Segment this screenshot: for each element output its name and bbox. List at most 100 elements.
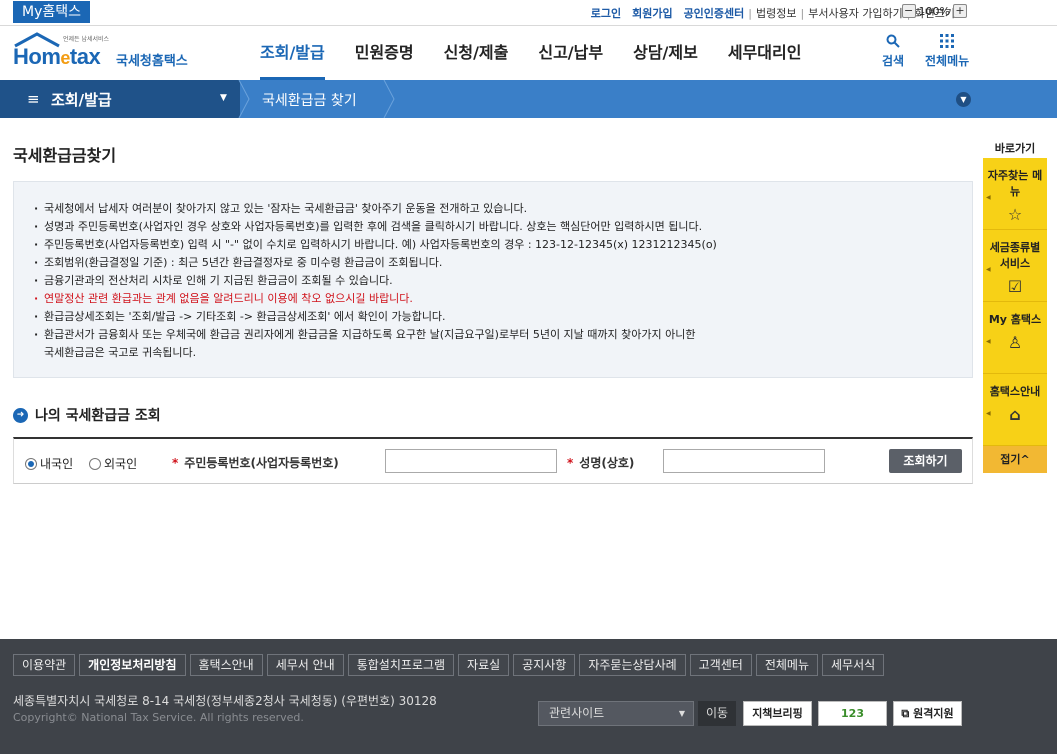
notice-text: 성명과 주민등록번호(사업자인 경우 상호와 사업자등록번호)를 입력한 후에 … — [44, 220, 703, 233]
quick-item-label: 자주찾는 메뉴 — [987, 169, 1043, 198]
section-menu-toggle[interactable]: ≡ 조회/발급 ▼ — [0, 80, 240, 118]
footer-link[interactable]: 자료실 — [458, 654, 510, 676]
notice-item: 성명과 주민등록번호(사업자인 경우 상호와 사업자등록번호)를 입력한 후에 … — [34, 218, 972, 236]
page-title: 국세환급금찾기 — [13, 146, 117, 165]
footer-link[interactable]: 개인정보처리방침 — [79, 654, 186, 676]
quick-item-label: 홈택스안내 — [989, 385, 1041, 398]
call-123-link[interactable]: 123 — [818, 701, 887, 726]
left-arrow-icon: ◀ — [986, 338, 991, 345]
notice-item: 주민등록번호(사업자등록번호) 입력 시 "-" 없이 수치로 입력하시기 바랍… — [34, 236, 972, 254]
gnb-item[interactable]: 신청/제출 — [444, 26, 509, 80]
notice-text: 환급금상세조회는 '조회/발급 -> 기타조회 -> 환급금상세조회' 에서 확… — [44, 310, 446, 323]
notice-text: 국세청에서 납세자 여러분이 찾아가지 않고 있는 '잠자는 국세환급금' 찾아… — [44, 202, 528, 215]
search-button[interactable]: 검색 — [882, 34, 904, 69]
left-arrow-icon: ◀ — [986, 410, 991, 417]
id-number-input[interactable] — [385, 449, 557, 473]
policy-briefing-link[interactable]: 지책브리핑 — [743, 701, 812, 726]
breadcrumb-current[interactable]: 국세환급금 찾기 — [262, 90, 357, 110]
top-utility-bar: My홈택스 로그인회원가입공인인증센터|법령정보|부서사용자 가입하기|화면크기… — [0, 0, 1057, 26]
radio-foreign[interactable]: 외국인 — [89, 455, 137, 472]
remote-support-label: 원격지원 — [913, 707, 954, 720]
footer-link[interactable]: 세무서 안내 — [266, 654, 344, 676]
logo-korean: 국세청홈택스 — [116, 54, 188, 69]
site-header: 언제든 납세서비스 Hometax 국세청홈택스 조회/발급 민원증명 신청/제출 신… — [0, 26, 1057, 80]
dropdown-triangle-icon: ▼ — [678, 709, 685, 718]
footer-link[interactable]: 공지사항 — [513, 654, 576, 676]
breadcrumb-end-icon — [383, 80, 395, 118]
notice-text: 연말정산 관련 환급과는 관계 없음을 알려드리니 이용에 착오 없으시길 바랍… — [44, 292, 413, 305]
required-mark: * — [172, 456, 179, 470]
search-icon — [882, 34, 904, 52]
related-sites-select[interactable]: 관련사이트 ▼ — [538, 701, 694, 726]
grid-menu-icon — [925, 34, 969, 52]
dropdown-triangle-icon: ▼ — [220, 93, 227, 103]
all-menu-label: 전체메뉴 — [925, 54, 970, 68]
quick-item[interactable]: ◀ 홈택스안내 ⌂ — [983, 374, 1047, 446]
required-mark: * — [567, 456, 574, 470]
zoom-control: − 100% + — [901, 4, 967, 18]
remote-support-icon: ⧉ — [901, 707, 910, 720]
query-button[interactable]: 조회하기 — [889, 449, 962, 473]
footer-link[interactable]: 홈택스안내 — [189, 654, 263, 676]
top-links: 로그인회원가입공인인증센터|법령정보|부서사용자 가입하기|화면크기 — [580, 0, 955, 26]
all-menu-button[interactable]: 전체메뉴 — [925, 34, 969, 69]
radio-domestic-label: 내국인 — [40, 457, 74, 471]
gnb-item[interactable]: 신고/납부 — [538, 26, 603, 80]
quick-item[interactable]: ◀ 세금종류별 서비스 ☑ — [983, 230, 1047, 302]
top-link[interactable]: 회원가입 — [632, 5, 672, 21]
footer-link[interactable]: 자주묻는상담사례 — [579, 654, 686, 676]
star-icon: ☆ — [1007, 205, 1023, 224]
section-title: 조회/발급 — [51, 91, 112, 109]
gnb-item[interactable]: 조회/발급 — [260, 26, 325, 80]
notice-item: 환급금상세조회는 '조회/발급 -> 기타조회 -> 환급금상세조회' 에서 확… — [34, 308, 972, 326]
radio-domestic[interactable]: 내국인 — [25, 455, 73, 472]
radio-domestic-circle[interactable] — [25, 457, 37, 470]
house-icon: ⌂ — [1009, 405, 1021, 424]
expand-circle-icon[interactable]: ▼ — [956, 92, 971, 107]
footer-address: 세종특별자치시 국세청로 8-14 국세청(정부세종2청사 국세청동) (우편번… — [13, 694, 437, 708]
notice-text-cont: 국세환급금은 국고로 귀속됩니다. — [44, 346, 197, 359]
top-link[interactable]: 부서사용자 가입하기 — [808, 5, 903, 21]
section-heading: ➜ 나의 국세환급금 조회 — [13, 405, 161, 425]
quick-item[interactable]: ◀ 자주찾는 메뉴 ☆ — [983, 158, 1047, 230]
link-separator: | — [748, 6, 753, 20]
breadcrumb-separator-icon — [238, 80, 250, 118]
move-button[interactable]: 이동 — [698, 701, 736, 726]
radio-foreign-circle[interactable] — [89, 457, 101, 470]
top-link[interactable]: 로그인 — [591, 5, 621, 21]
global-navigation: 조회/발급 민원증명 신청/제출 신고/납부 상담/제보 세무대리인 — [260, 26, 831, 80]
site-footer: 이용약관 개인정보처리방침 홈택스안내 세무서 안내 통합설치프로그램 자료실 공지사항 자주… — [0, 639, 1057, 754]
gnb-item[interactable]: 상담/제보 — [633, 26, 698, 80]
collapse-button[interactable]: 접기^ — [983, 446, 1047, 473]
footer-link[interactable]: 세무서식 — [822, 654, 885, 676]
quick-item[interactable]: ◀ My 홈택스 ♙ — [983, 302, 1047, 374]
footer-link[interactable]: 이용약관 — [13, 654, 76, 676]
name-input[interactable] — [663, 449, 825, 473]
top-link[interactable]: 공인인증센터 — [684, 5, 745, 21]
gnb-item[interactable]: 세무대리인 — [728, 26, 802, 80]
notice-text: 주민등록번호(사업자등록번호) 입력 시 "-" 없이 수치로 입력하시기 바랍… — [44, 238, 717, 251]
arrow-circle-icon: ➜ — [13, 407, 28, 423]
zoom-out-button[interactable]: − — [901, 4, 916, 18]
remote-support-link[interactable]: ⧉ 원격지원 — [893, 701, 962, 726]
section-heading-label: 나의 국세환급금 조회 — [35, 408, 161, 424]
zoom-in-button[interactable]: + — [953, 4, 967, 18]
footer-copyright: Copyright© National Tax Service. All rig… — [13, 711, 304, 724]
gnb-item[interactable]: 민원증명 — [355, 26, 414, 80]
zoom-value: 100% — [918, 4, 950, 18]
my-hometax-tab[interactable]: My홈택스 — [13, 1, 91, 23]
check-box-icon: ☑ — [1007, 277, 1023, 296]
footer-link[interactable]: 고객센터 — [689, 654, 752, 676]
related-sites-label: 관련사이트 — [549, 706, 605, 720]
left-arrow-icon: ◀ — [986, 266, 991, 273]
notice-box: 국세청에서 납세자 여러분이 찾아가지 않고 있는 '잠자는 국세환급금' 찾아… — [13, 181, 973, 378]
logo-tagline: 언제든 납세서비스 — [63, 36, 110, 43]
footer-link[interactable]: 통합설치프로그램 — [347, 654, 455, 676]
footer-link[interactable]: 전체메뉴 — [755, 654, 819, 676]
name-label: * 성명(상호) — [567, 456, 635, 470]
user-icon: ♙ — [1007, 333, 1023, 352]
hometax-logo[interactable]: 언제든 납세서비스 Hometax 국세청홈택스 — [13, 32, 198, 72]
notice-item: 환급관서가 금융회사 또는 우체국에 환급금 권리자에게 환급금을 지급하도록 … — [34, 326, 972, 362]
top-link[interactable]: 법령정보 — [756, 5, 796, 21]
quick-links-heading: 바로가기 — [994, 142, 1036, 155]
